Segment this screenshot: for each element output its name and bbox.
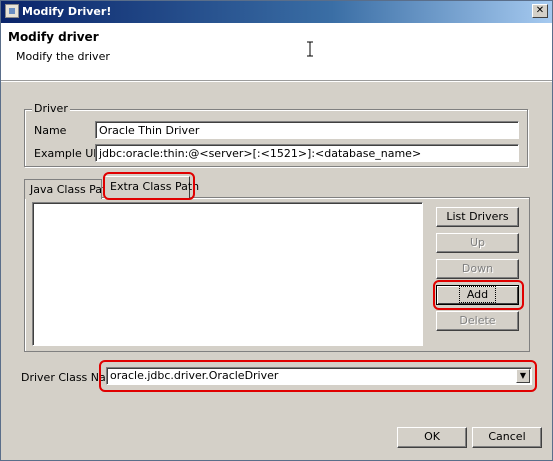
app-icon	[5, 4, 19, 18]
up-button[interactable]: Up	[436, 233, 519, 253]
chevron-down-icon[interactable]: ▼	[516, 369, 530, 383]
driver-class-name-combo[interactable]: oracle.jdbc.driver.OracleDriver ▼	[106, 367, 532, 385]
down-button[interactable]: Down	[436, 259, 519, 279]
header-title: Modify driver	[8, 30, 99, 44]
header-separator	[1, 81, 552, 82]
tab-extra-class-path[interactable]: Extra Class Path	[104, 176, 199, 198]
modify-driver-window: Modify Driver! ✕ Modify driver Modify th…	[0, 0, 553, 461]
tab-java-class-path[interactable]: Java Class Path	[24, 179, 113, 199]
delete-button[interactable]: Delete	[436, 311, 519, 331]
cancel-button[interactable]: Cancel	[472, 427, 542, 448]
title-bar[interactable]: Modify Driver! ✕	[1, 1, 552, 23]
class-path-list[interactable]	[32, 202, 423, 346]
dialog-header: Modify driver Modify the driver	[1, 23, 552, 81]
example-url-field[interactable]: jdbc:oracle:thin:@<server>[:<1521>]:<dat…	[95, 144, 519, 162]
text-cursor-icon	[307, 41, 313, 57]
ok-button[interactable]: OK	[397, 427, 467, 448]
add-button[interactable]: Add	[436, 285, 519, 305]
header-subtitle: Modify the driver	[16, 50, 110, 63]
driver-class-name-value: oracle.jdbc.driver.OracleDriver	[110, 369, 279, 382]
list-drivers-button[interactable]: List Drivers	[436, 207, 519, 227]
name-field[interactable]: Oracle Thin Driver	[95, 121, 519, 139]
add-button-label: Add	[458, 286, 497, 303]
name-label: Name	[34, 124, 67, 137]
close-icon[interactable]: ✕	[532, 4, 548, 18]
window-title: Modify Driver!	[22, 5, 112, 18]
driver-group-legend: Driver	[32, 102, 70, 115]
